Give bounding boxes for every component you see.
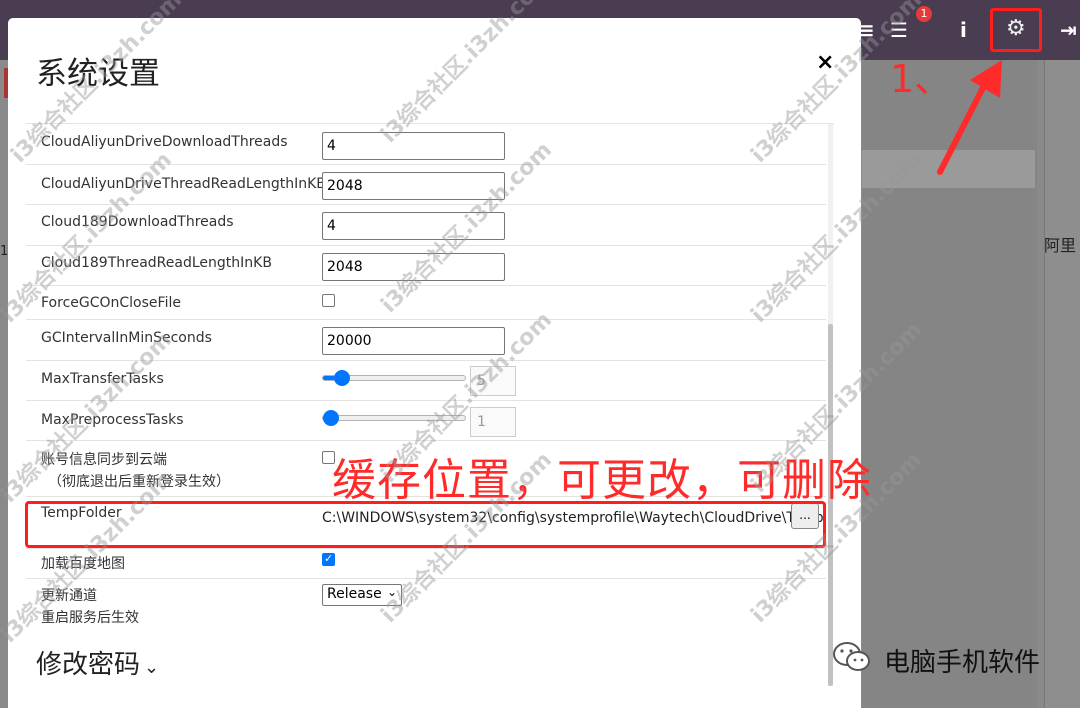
setting-label: ForceGCOnCloseFile [41,295,181,311]
info-icon[interactable]: i [960,18,967,42]
wechat-account-name: 电脑手机软件 [884,648,1041,678]
force-gc-checkbox[interactable] [322,294,335,307]
setting-row: GCIntervalInMinSeconds [26,320,826,361]
setting-label: Cloud189DownloadThreads [41,214,234,230]
setting-label: Cloud189ThreadReadLengthInKB [41,255,272,271]
setting-sublabel: 重启服务后生效 [41,610,139,626]
setting-row: Cloud189DownloadThreads [26,205,826,246]
setting-row: 更新通道 重启服务后生效 Release ⌄ [26,579,826,627]
annotation-arrow-icon [937,60,1002,175]
setting-label: MaxPreprocessTasks [41,412,184,428]
update-channel-select[interactable]: Release ⌄ [322,584,402,606]
setting-label: GCIntervalInMinSeconds [41,330,212,346]
slider-value: 5 [470,366,516,396]
select-value: Release [327,586,382,602]
setting-row: MaxPreprocessTasks 1 [26,401,826,441]
notification-badge: 1 [916,6,932,22]
setting-sublabel: （彻底退出后重新登录生效） [48,474,230,490]
chevron-down-icon: ⌄ [144,657,160,678]
setting-row: Cloud189ThreadReadLengthInKB [26,246,826,286]
baidu-map-checkbox[interactable] [322,552,335,566]
setting-row: CloudAliyunDriveThreadReadLengthInKB [26,165,826,205]
setting-row: CloudAliyunDriveDownloadThreads [26,124,826,165]
chevron-down-icon: ⌄ [386,585,397,599]
setting-row: 加载百度地图 [26,549,826,579]
slider-thumb[interactable] [323,410,339,426]
close-button[interactable]: × [816,50,834,75]
app-drive-label: 阿里 [1044,236,1077,255]
app-right-column [1044,60,1080,708]
annotation-text: 缓存位置，可更改，可删除 [332,455,872,506]
cloud189-read-length-input[interactable] [322,253,505,281]
temp-folder-highlight-box [25,501,826,548]
setting-row: ForceGCOnCloseFile [26,286,826,320]
setting-row: MaxTransferTasks 5 [26,361,826,401]
setting-label: 账号信息同步到云端 [41,452,167,468]
cloud189-download-threads-input[interactable] [322,212,505,240]
slider-thumb[interactable] [334,370,350,386]
modal-title: 系统设置 [36,56,160,92]
setting-label: CloudAliyunDriveDownloadThreads [41,134,288,150]
max-preprocess-slider[interactable] [322,415,466,421]
setting-label: 更新通道 [41,588,97,604]
task-list-icon[interactable]: ☰ [890,18,908,42]
section-title: 修改密码 [36,650,141,680]
change-password-section[interactable]: 修改密码 ⌄ [36,644,159,681]
gc-interval-input[interactable] [322,327,505,355]
setting-label: CloudAliyunDriveThreadReadLengthInKB [41,176,326,192]
wechat-icon [833,642,870,671]
setting-label: MaxTransferTasks [41,371,164,387]
setting-label: 加载百度地图 [41,556,125,572]
aliyun-read-length-input[interactable] [322,172,505,200]
settings-gear-icon[interactable]: ⚙ [1006,16,1026,41]
settings-modal: 系统设置 × CloudAliyunDriveDownloadThreads C… [8,18,871,708]
logout-icon[interactable]: ⇥ [1060,18,1077,42]
slider-value: 1 [470,407,516,437]
aliyun-download-threads-input[interactable] [322,132,505,160]
